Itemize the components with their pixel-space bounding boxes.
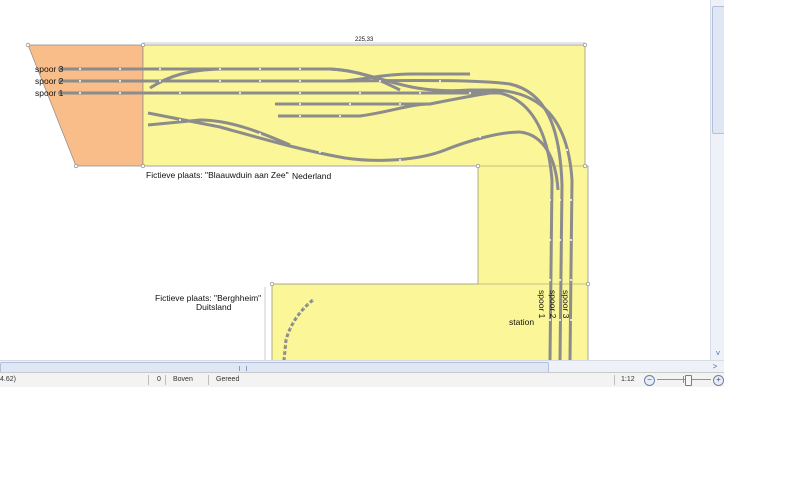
- layout-drawing: [25, 42, 591, 360]
- vertical-scroll-thumb[interactable]: [712, 6, 724, 134]
- status-text: Gereed: [216, 376, 240, 383]
- drawing-canvas[interactable]: spoor 3 spoor 2 spoor 1 225,33 Fictieve …: [0, 0, 710, 360]
- station-label: station: [509, 317, 535, 327]
- grip-icon: [239, 366, 247, 371]
- vertical-scrollbar[interactable]: ˅: [710, 0, 724, 360]
- station-track-label-spoor-1: spoor 1: [537, 290, 547, 319]
- track-label-spoor-3: spoor 3: [35, 64, 64, 74]
- country-label-upper: Nederland: [292, 171, 332, 181]
- selection-count: 0: [157, 376, 161, 383]
- dimension-label: 225,33: [355, 37, 374, 43]
- town-label-upper: Fictieve plaats: "Blaauwduin aan Zee": [146, 170, 289, 180]
- status-separator: [208, 375, 209, 385]
- track-planner-window: spoor 3 spoor 2 spoor 1 225,33 Fictieve …: [0, 0, 724, 390]
- country-label-lower: Duitsland: [196, 302, 232, 312]
- status-separator: [614, 375, 615, 385]
- status-bar: 4.62) 0 Boven Gereed 1:12 − +: [0, 372, 724, 387]
- track-label-spoor-1: spoor 1: [35, 88, 64, 98]
- track-label-spoor-2: spoor 2: [35, 76, 64, 86]
- zoom-out-icon[interactable]: −: [644, 375, 655, 386]
- status-separator: [148, 375, 149, 385]
- cursor-coordinates: 4.62): [0, 376, 16, 383]
- zoom-level: 1:12: [621, 376, 635, 383]
- zoom-slider-track[interactable]: [657, 379, 711, 380]
- station-track-label-spoor-3: spoor 3: [561, 290, 571, 319]
- zoom-slider-tick: [683, 376, 684, 383]
- zoom-slider-knob[interactable]: [685, 375, 692, 386]
- layer-indicator[interactable]: Boven: [173, 375, 193, 385]
- station-track-label-spoor-2: spoor 2: [548, 290, 558, 319]
- scroll-down-icon[interactable]: ˅: [711, 348, 724, 360]
- zoom-in-icon[interactable]: +: [713, 375, 724, 386]
- status-separator: [165, 375, 166, 385]
